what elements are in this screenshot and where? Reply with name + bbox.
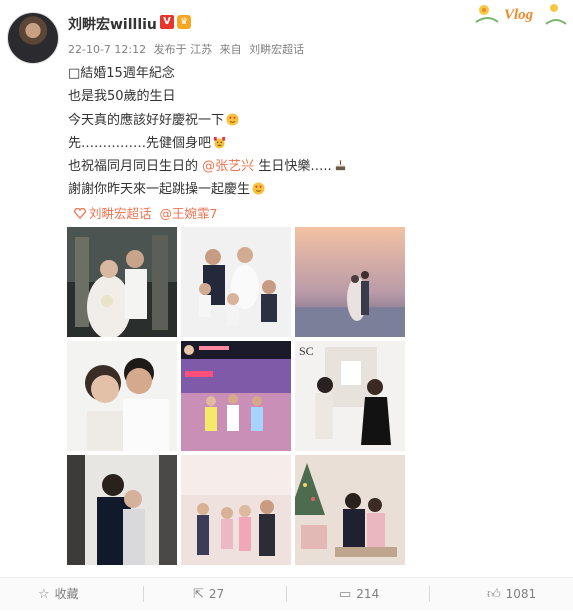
sunset-couple-photo[interactable]	[295, 227, 405, 337]
wish-suffix: 生日快樂…..	[258, 159, 332, 175]
post-meta: 22-10-7 12:12 发布于 江苏 来自 刘畊宏超话	[68, 41, 308, 57]
post-text: □結婚15週年紀念 也是我50歲的生日 今天真的應該好好慶祝一下 先……………先…	[68, 62, 347, 202]
couple-studio-photo[interactable]: SC	[295, 341, 405, 451]
thumbs-up-icon: 👍︎	[487, 587, 501, 602]
post-line-4-text: 先……………先健個身吧	[68, 135, 212, 151]
family-pink-room-photo[interactable]	[181, 455, 291, 565]
wish-prefix: 也祝福同月同日生日的	[68, 159, 199, 175]
bookmark-icon: ☆	[38, 587, 50, 602]
repost-button[interactable]: ⇱ 27	[193, 578, 224, 610]
repost-count: 27	[208, 587, 225, 601]
svg-text:SC: SC	[299, 344, 314, 358]
post-line-1: □結婚15週年紀念	[68, 66, 175, 81]
couple-closeup-photo[interactable]	[67, 341, 177, 451]
family-white-photo[interactable]	[181, 227, 291, 337]
post-line-5: 也祝福同月同日生日的 @张艺兴 生日快樂…..	[68, 155, 347, 178]
vip-badge-icon[interactable]: ♛	[177, 15, 191, 29]
livestream-dance-screenshot[interactable]	[181, 341, 291, 451]
post-location: 发布于 江苏	[153, 43, 213, 56]
birthday-cake-emoji-icon	[335, 160, 345, 171]
couple-embrace-photo[interactable]	[67, 455, 177, 565]
post-source-prefix: 来自	[219, 43, 242, 56]
username[interactable]: 刘畊宏willliu	[68, 14, 157, 34]
like-button[interactable]: 👍︎ 1081	[487, 578, 536, 610]
supertopic-tag[interactable]: 刘畊宏超话	[74, 206, 152, 221]
post-line-6: 謝謝你昨天來一起跳操一起慶生	[68, 178, 347, 201]
supertopic-icon	[74, 207, 86, 219]
divider	[286, 586, 287, 602]
post-line-3: 今天真的應該好好慶祝一下	[68, 109, 347, 132]
divider	[143, 586, 144, 602]
family-christmas-photo[interactable]	[295, 455, 405, 565]
post-line-6-text: 謝謝你昨天來一起跳操一起慶生	[68, 182, 251, 198]
post-line-3-text: 今天真的應該好好慶祝一下	[68, 112, 225, 128]
post-action-bar: ☆ 收藏 ⇱ 27 ▭ 214 👍︎ 1081	[0, 577, 573, 610]
post-line-4: 先……………先健個身吧	[68, 132, 347, 155]
mention-wangwanfei[interactable]: @王婉霏7	[160, 206, 218, 221]
post-date[interactable]: 22-10-7 12:12	[68, 43, 146, 56]
mention-zhangyixing[interactable]: @张艺兴	[202, 159, 254, 174]
post-tags: 刘畊宏超话 @王婉霏7	[74, 203, 221, 222]
vlog-sticker-text: Vlog	[504, 7, 534, 23]
post-line-2: 也是我50歲的生日	[68, 89, 176, 105]
comment-count: 214	[356, 587, 380, 601]
comment-button[interactable]: ▭ 214	[339, 578, 379, 610]
avatar[interactable]	[7, 12, 59, 64]
favorite-button[interactable]: ☆ 收藏	[38, 578, 79, 610]
verified-badge: V	[160, 15, 174, 29]
supertopic-tag-label: 刘畊宏超话	[89, 206, 152, 221]
like-count: 1081	[505, 587, 537, 601]
post-source-link[interactable]: 刘畊宏超话	[249, 43, 304, 56]
weibo-post-card: 刘畊宏willliu V ♛ Vlog 22-10-7 12:12 发布于 江苏…	[0, 0, 573, 610]
divider	[429, 586, 430, 602]
flexing-face-emoji-icon	[213, 136, 226, 149]
favorite-label: 收藏	[54, 587, 79, 601]
vlog-sticker: Vlog	[475, 4, 567, 25]
comment-icon: ▭	[339, 587, 352, 602]
photo-grid: SC	[67, 227, 405, 567]
heart-face-emoji-icon	[226, 113, 239, 126]
wedding-photo[interactable]	[67, 227, 177, 337]
heart-face-emoji-icon	[252, 182, 265, 196]
repost-icon: ⇱	[193, 587, 204, 602]
